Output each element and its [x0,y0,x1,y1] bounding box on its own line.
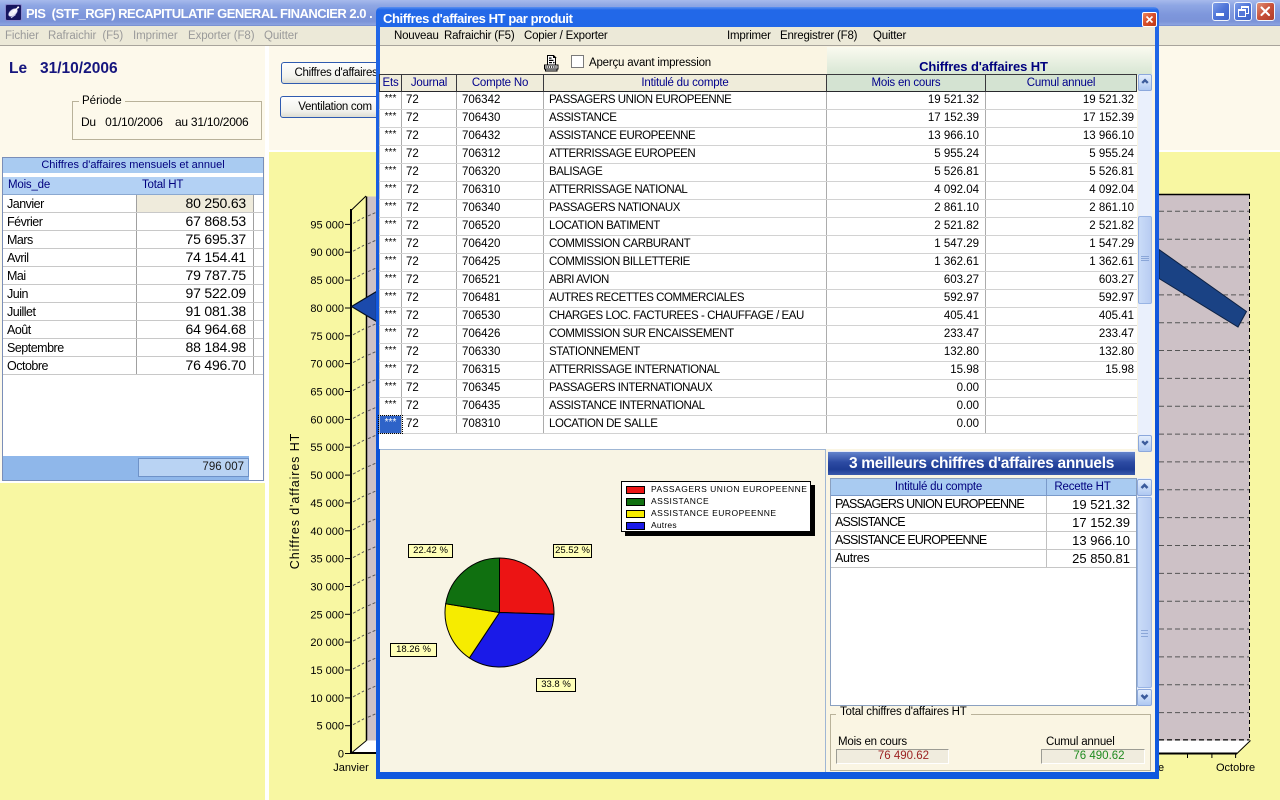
svg-text:30 000: 30 000 [310,582,344,594]
svg-text:60 000: 60 000 [310,414,344,426]
svg-text:10 000: 10 000 [310,693,344,705]
svg-text:50 000: 50 000 [310,470,344,482]
svg-text:75 000: 75 000 [310,331,344,343]
svg-text:35 000: 35 000 [310,554,344,566]
svg-text:65 000: 65 000 [310,387,344,399]
svg-text:90 000: 90 000 [310,247,344,259]
svg-text:25 000: 25 000 [310,609,344,621]
svg-text:Octobre: Octobre [1216,762,1255,774]
svg-text:40 000: 40 000 [310,526,344,538]
svg-text:80 000: 80 000 [310,303,344,315]
svg-text:Janvier: Janvier [333,762,369,774]
svg-text:5 000: 5 000 [316,721,344,733]
svg-text:70 000: 70 000 [310,359,344,371]
svg-text:85 000: 85 000 [310,275,344,287]
svg-text:45 000: 45 000 [310,498,344,510]
svg-text:20 000: 20 000 [310,637,344,649]
svg-text:Chiffres d'affaires HT: Chiffres d'affaires HT [288,433,302,569]
svg-text:0: 0 [338,749,344,761]
svg-text:15 000: 15 000 [310,665,344,677]
svg-text:55 000: 55 000 [310,442,344,454]
svg-text:95 000: 95 000 [310,219,344,231]
